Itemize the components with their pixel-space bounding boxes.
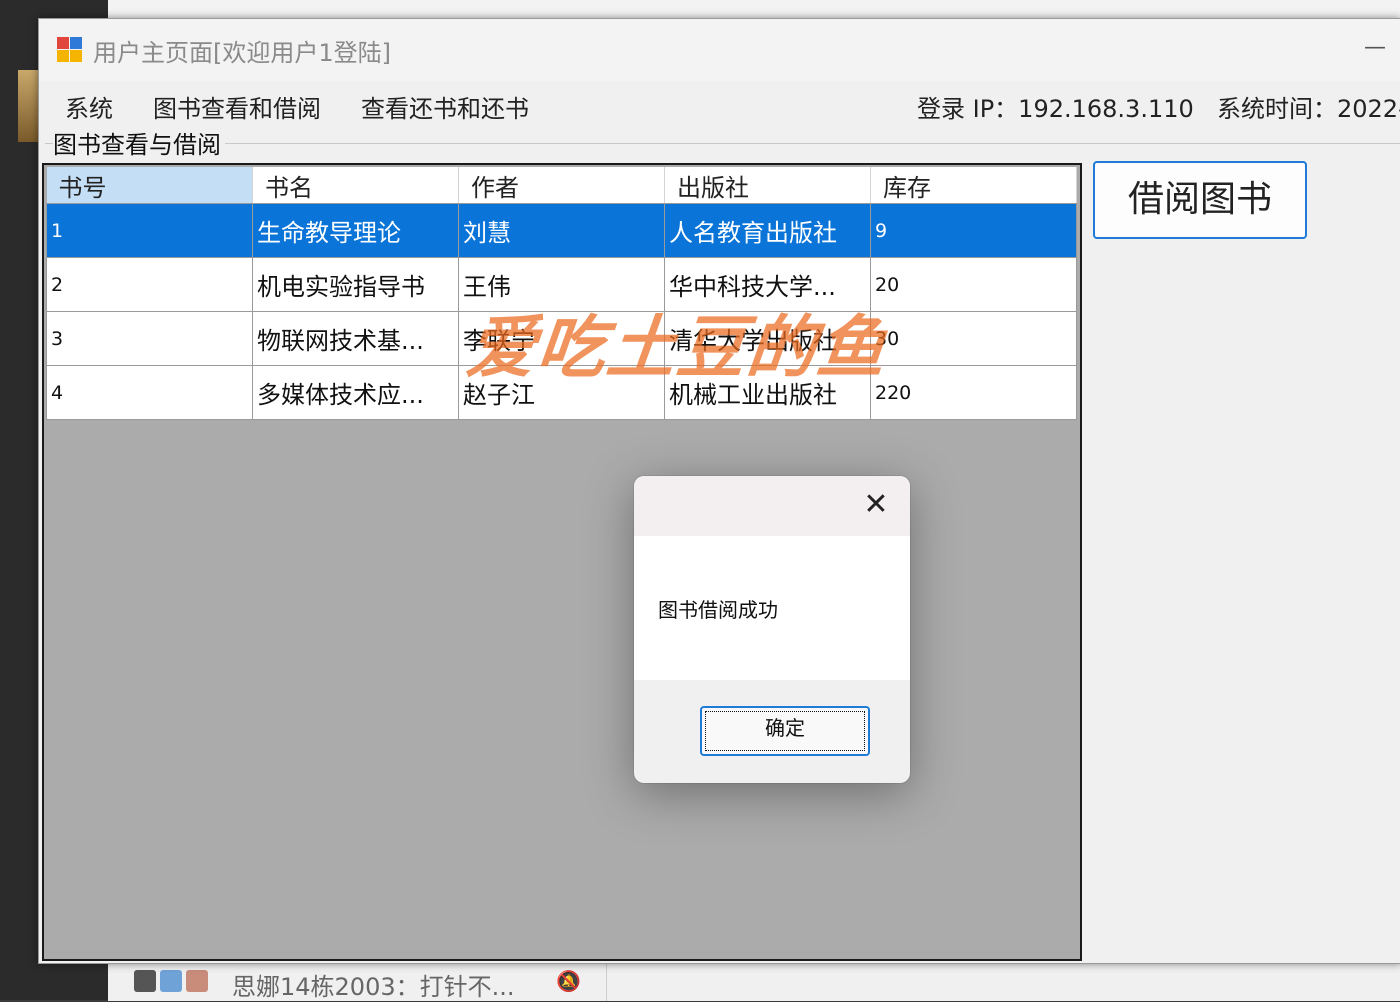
cell-name[interactable]: 生命教导理论 <box>252 203 459 258</box>
menu-browse-borrow[interactable]: 图书查看和借阅 <box>153 89 321 124</box>
window-title: 用户主页面[欢迎用户1登陆] <box>93 39 391 67</box>
column-header-author[interactable]: 作者 <box>458 167 665 204</box>
ok-button-label: 确定 <box>765 716 805 740</box>
menu-system[interactable]: 系统 <box>65 89 113 124</box>
watermark-text: 爱吃土豆的鱼 <box>463 309 892 388</box>
column-header-name[interactable]: 书名 <box>252 167 459 204</box>
avatar <box>160 970 182 992</box>
section-title: 图书查看与借阅 <box>53 125 225 160</box>
close-icon[interactable]: ✕ <box>856 486 896 526</box>
cell-name[interactable]: 多媒体技术应... <box>252 365 459 420</box>
background-chat-bar: 思娜14栋2003：打针不... 🔕 <box>108 962 1400 1001</box>
cell-id[interactable]: 4 <box>46 365 253 420</box>
borrow-book-button[interactable]: 借阅图书 <box>1093 161 1307 239</box>
table-header-row: 书号 书名 作者 出版社 库存 <box>46 167 1077 204</box>
dialog-message: 图书借阅成功 <box>658 598 778 622</box>
title-bar: 用户主页面[欢迎用户1登陆] — <box>39 19 1400 81</box>
column-header-id[interactable]: 书号 <box>46 167 253 204</box>
cell-id[interactable]: 1 <box>46 203 253 258</box>
cell-name[interactable]: 物联网技术基... <box>252 311 459 366</box>
chat-preview-text: 思娜14栋2003：打针不... <box>232 973 515 1001</box>
book-data-grid[interactable]: 书号 书名 作者 出版社 库存 1 生命教导理论 刘慧 人名教育出版社 9 2 <box>42 163 1082 961</box>
cell-author[interactable]: 刘慧 <box>458 203 665 258</box>
divider <box>606 963 607 1001</box>
cell-stock[interactable]: 20 <box>870 257 1077 312</box>
avatar <box>134 970 156 992</box>
chat-avatars <box>134 968 210 996</box>
ok-button[interactable]: 确定 <box>700 706 870 756</box>
minimize-button[interactable]: — <box>1355 31 1395 67</box>
cell-stock[interactable]: 220 <box>870 365 1077 420</box>
table-row[interactable]: 1 生命教导理论 刘慧 人名教育出版社 9 <box>46 203 1077 258</box>
login-ip-label: 登录 IP：192.168.3.110 <box>917 95 1194 123</box>
dialog-title-bar: ✕ <box>634 476 910 536</box>
avatar <box>186 970 208 992</box>
menu-return-books[interactable]: 查看还书和还书 <box>361 89 529 124</box>
cell-publisher[interactable]: 人名教育出版社 <box>664 203 871 258</box>
column-header-stock[interactable]: 库存 <box>870 167 1077 204</box>
desktop-thumbnail <box>18 70 40 142</box>
cell-stock[interactable]: 9 <box>870 203 1077 258</box>
cell-name[interactable]: 机电实验指导书 <box>252 257 459 312</box>
app-icon <box>57 37 83 63</box>
message-dialog: ✕ 图书借阅成功 确定 <box>634 476 910 783</box>
cell-id[interactable]: 3 <box>46 311 253 366</box>
system-time-label: 系统时间：2022- <box>1217 95 1400 123</box>
cell-stock[interactable]: 30 <box>870 311 1077 366</box>
mute-bell-icon: 🔕 <box>556 969 581 993</box>
cell-id[interactable]: 2 <box>46 257 253 312</box>
dialog-body: 图书借阅成功 <box>634 536 910 680</box>
column-header-publisher[interactable]: 出版社 <box>664 167 871 204</box>
groupbox-border <box>45 143 1400 144</box>
menu-bar: 系统 图书查看和借阅 查看还书和还书 登录 IP：192.168.3.110 系… <box>39 81 1400 129</box>
